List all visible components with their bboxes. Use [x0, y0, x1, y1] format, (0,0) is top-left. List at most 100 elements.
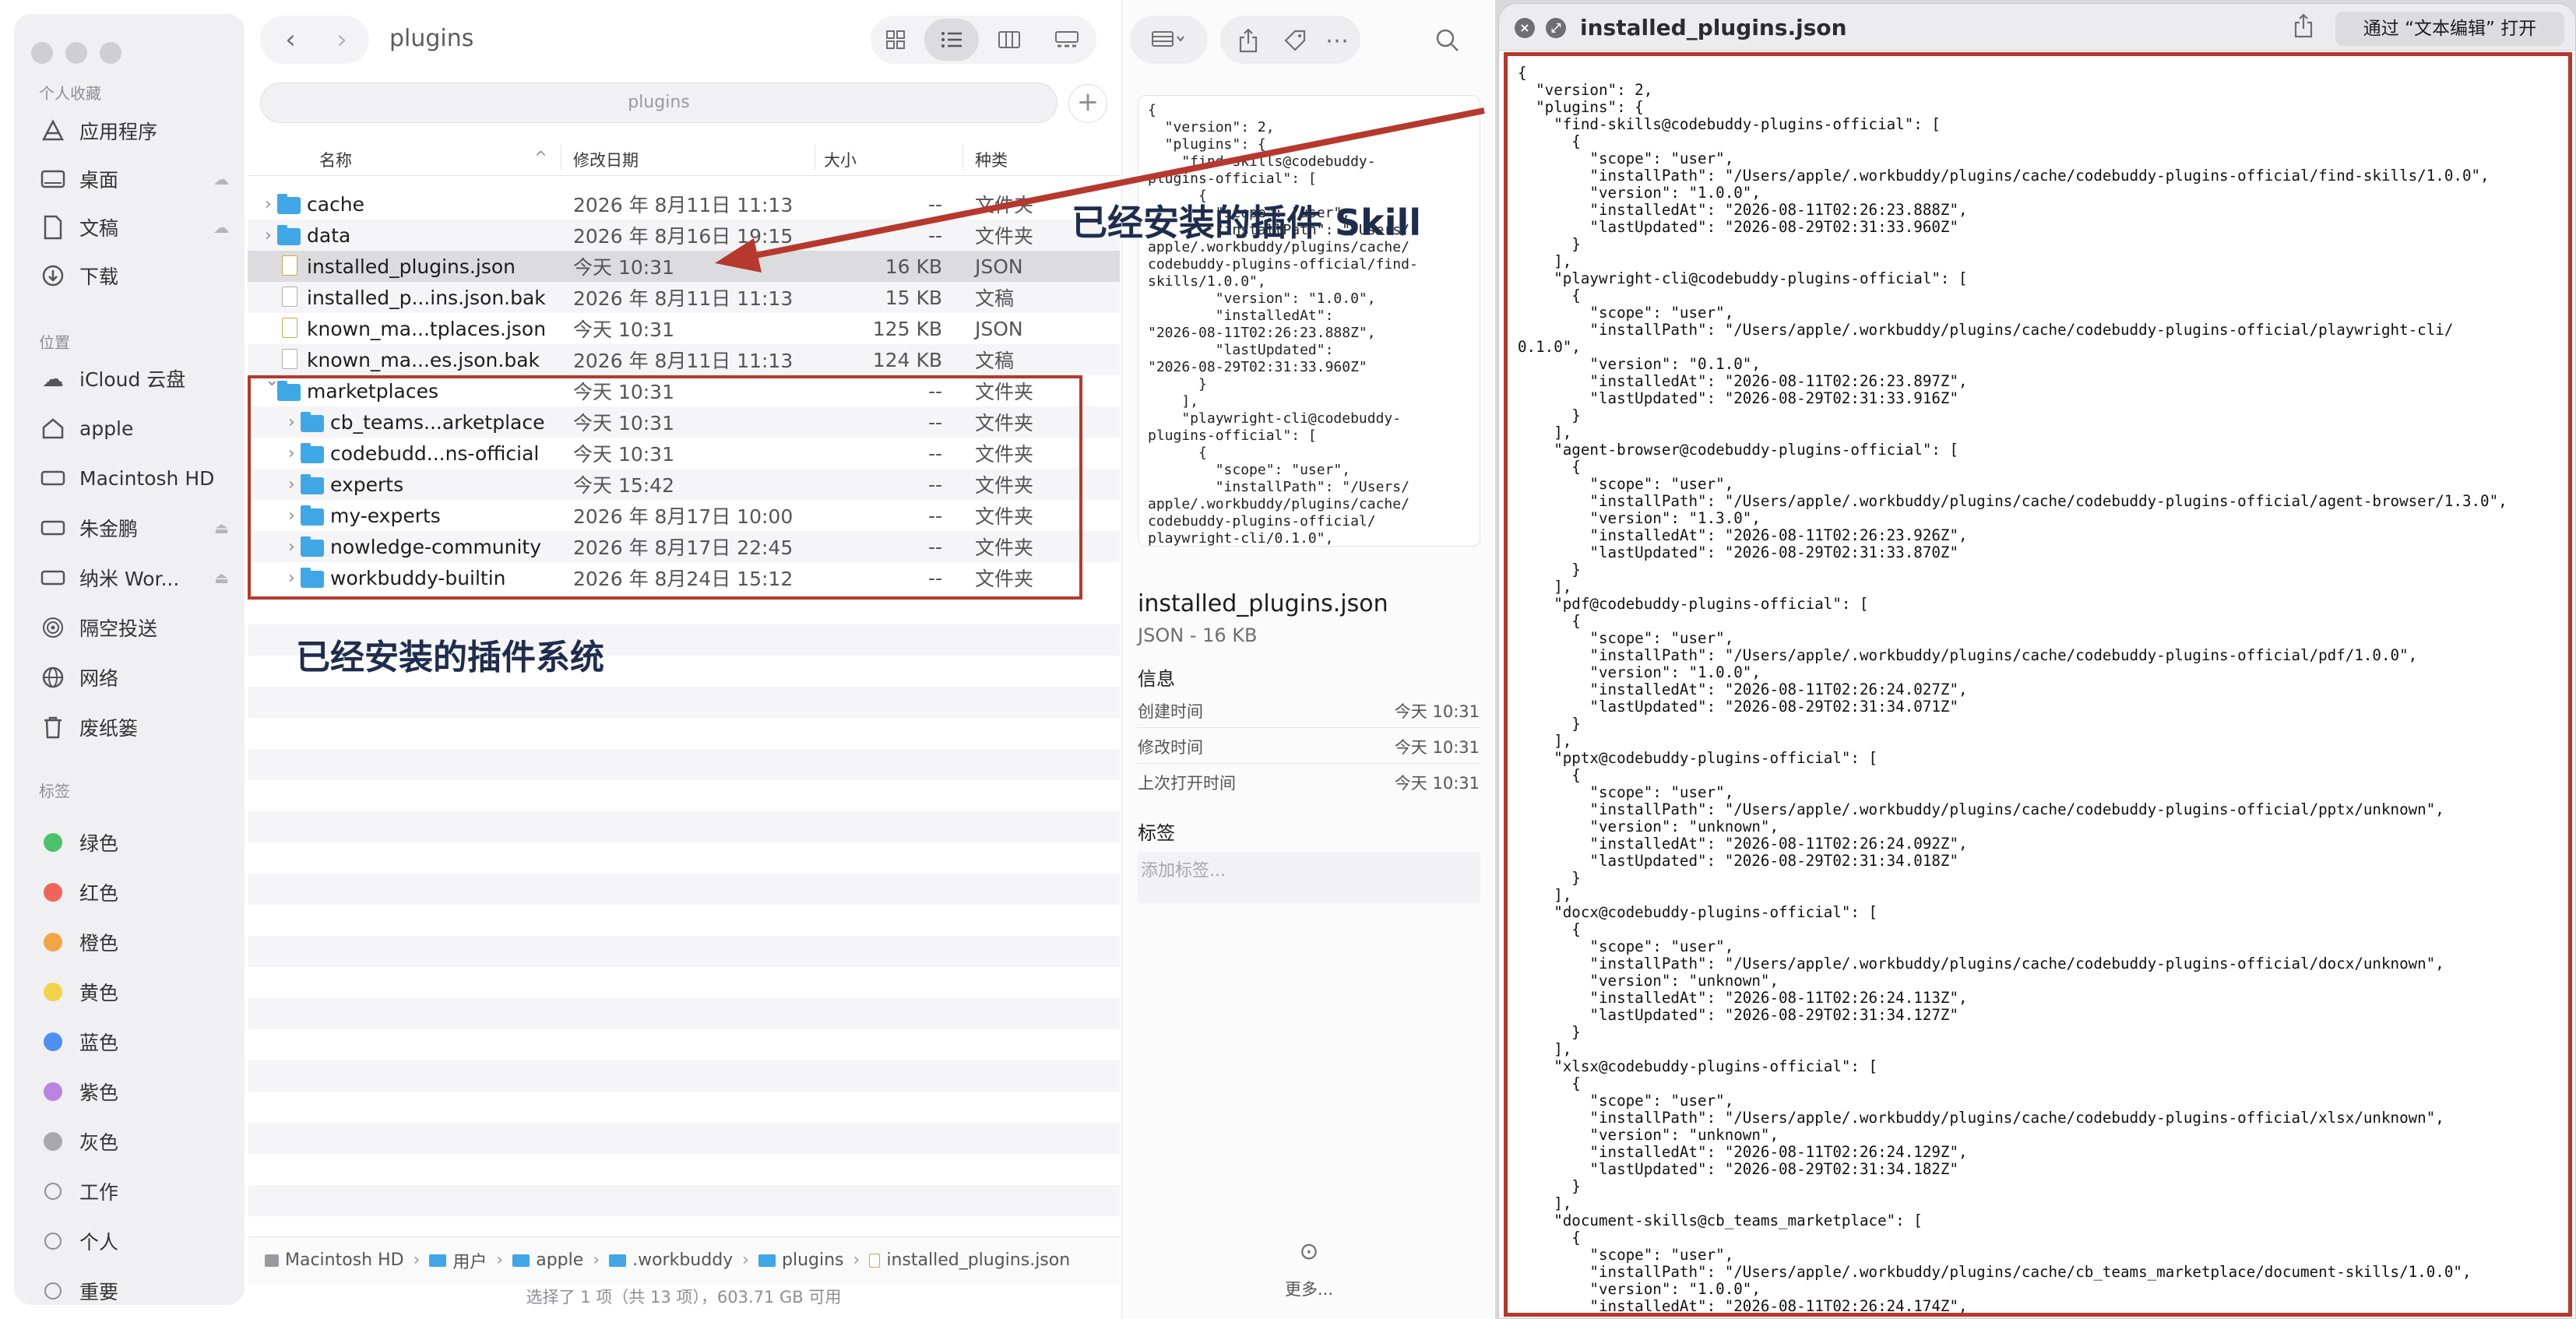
columns-icon [998, 31, 1020, 48]
breadcrumb-label: apple [536, 1250, 584, 1270]
annotation-label: 已经安装的插件 Skill [1072, 202, 1422, 244]
sidebar-tag-item[interactable]: 红色 [37, 871, 240, 914]
chevron-right-icon[interactable]: › [265, 195, 272, 214]
forward-button[interactable]: › [322, 22, 361, 58]
icon-view-button[interactable] [880, 26, 911, 53]
group-by-button-inner[interactable] [1138, 22, 1200, 56]
add-tab-button[interactable]: + [1068, 84, 1107, 123]
breadcrumb-item[interactable]: 用户 [429, 1248, 487, 1273]
breadcrumb-item[interactable]: installed_plugins.json [869, 1250, 1070, 1270]
sidebar-tag-item[interactable]: 绿色 [37, 821, 240, 864]
gallery-view-button[interactable] [1050, 26, 1084, 53]
sidebar-tag-item[interactable]: 工作 [37, 1170, 240, 1213]
sidebar-item-airdrop[interactable]: 隔空投送 [37, 606, 240, 649]
sidebar-tag-label: 工作 [79, 1181, 119, 1204]
minimize-window-button[interactable] [65, 42, 87, 64]
file-kind: JSON [975, 255, 1023, 278]
info-opened-value: 今天 10:31 [1394, 774, 1480, 793]
eject-icon[interactable]: ⏏ [214, 568, 229, 587]
tags-header: 标签 [39, 782, 70, 800]
add-tag-input[interactable]: 添加标签... [1138, 852, 1480, 903]
column-divider[interactable] [962, 145, 963, 170]
more-actions-button[interactable]: ⋯ [1320, 23, 1354, 58]
file-row[interactable]: known_ma...tplaces.json 今天 10:31 125 KB JSO… [248, 313, 1120, 344]
close-window-button[interactable] [31, 42, 53, 64]
chevron-right-icon: › [853, 1250, 860, 1270]
breadcrumb-label: 用户 [452, 1252, 487, 1272]
more-icon[interactable]: ⊙ [1122, 1238, 1495, 1265]
empty-row [248, 749, 1120, 780]
sidebar-item-desktop[interactable]: 桌面 ☁ [37, 157, 240, 201]
folder-icon [758, 1254, 776, 1267]
close-icon[interactable]: × [1515, 18, 1535, 38]
sidebar-item-icloud[interactable]: ☁ iCloud 云盘 [37, 357, 240, 400]
file-row[interactable]: › data 2026 年 8月16日 19:15 -- 文件夹 [248, 220, 1120, 251]
sidebar-tag-item[interactable]: 黄色 [37, 970, 240, 1014]
chevron-left-icon: ‹ [285, 24, 296, 55]
ellipsis-icon: ⋯ [1325, 26, 1349, 55]
empty-row [248, 874, 1120, 905]
sidebar-item-label: 隔空投送 [79, 617, 158, 640]
file-row[interactable]: › cache 2026 年 8月11日 11:13 -- 文件夹 [248, 188, 1120, 220]
sidebar-item-applications[interactable]: 应用程序 [37, 109, 240, 153]
column-kind[interactable]: 种类 [975, 148, 1008, 171]
sidebar-tag-item[interactable]: 重要 [37, 1269, 240, 1313]
sidebar-tag-label: 个人 [79, 1231, 119, 1254]
sidebar-item-home[interactable]: apple [37, 406, 240, 450]
divider [1138, 763, 1480, 764]
sidebar-item-downloads[interactable]: 下载 [37, 254, 240, 297]
share-button[interactable] [1231, 23, 1265, 58]
file-kind: 文稿 [975, 350, 1015, 372]
column-size[interactable]: 大小 [824, 148, 857, 171]
share-icon [1239, 28, 1258, 53]
sidebar-tag-item[interactable]: 紫色 [37, 1070, 240, 1113]
file-row[interactable]: installed_plugins.json 今天 10:31 16 KB JSON [248, 251, 1120, 282]
fullscreen-icon[interactable]: ⤢ [1546, 18, 1566, 38]
sidebar-item-drive-2[interactable]: 纳米 Wor... ⏏ [37, 556, 240, 600]
sidebar-tag-item[interactable]: 蓝色 [37, 1020, 240, 1064]
column-date[interactable]: 修改日期 [573, 148, 639, 171]
chevron-right-icon[interactable]: › [265, 226, 272, 245]
tag-ring-icon [44, 1233, 62, 1250]
tag-button[interactable] [1278, 23, 1312, 58]
sidebar-tag-item[interactable]: 灰色 [37, 1120, 240, 1163]
file-name: installed_plugins.json [307, 255, 516, 278]
column-name[interactable]: 名称 [319, 148, 352, 171]
file-date: 2026 年 8月16日 19:15 [573, 225, 794, 248]
share-icon[interactable] [2293, 13, 2314, 44]
file-name: known_ma...es.json.bak [307, 348, 540, 371]
zoom-window-button[interactable] [100, 42, 121, 64]
sidebar-item-network[interactable]: 网络 [37, 656, 240, 699]
desktop-icon [37, 169, 69, 189]
breadcrumb-item[interactable]: plugins [758, 1250, 844, 1270]
sidebar-tag-item[interactable]: 橙色 [37, 920, 240, 964]
breadcrumb-item[interactable]: apple [512, 1250, 583, 1270]
file-date: 2026 年 8月11日 11:13 [573, 350, 794, 372]
sidebar-item-label: apple [79, 417, 134, 440]
file-preview-thumbnail[interactable]: { "version": 2, "plugins": { "find-skill… [1138, 95, 1480, 547]
back-button[interactable]: ‹ [271, 22, 310, 58]
more-button[interactable]: 更多... [1122, 1277, 1495, 1300]
sidebar-item-trash[interactable]: 废纸篓 [37, 705, 240, 749]
search-button[interactable] [1431, 23, 1465, 58]
open-with-textedit-button[interactable]: 通过 “文本编辑” 打开 [2335, 12, 2564, 46]
file-row[interactable]: installed_p...ins.json.bak 2026 年 8月11日 1… [248, 282, 1120, 313]
file-row[interactable]: known_ma...es.json.bak 2026 年 8月11日 11:13… [248, 344, 1120, 375]
column-view-button[interactable] [994, 26, 1025, 53]
breadcrumb-item[interactable]: Macintosh HD [265, 1250, 404, 1270]
eject-icon[interactable]: ⏏ [214, 519, 229, 537]
path-bar[interactable]: plugins [260, 83, 1057, 123]
file-date: 2026 年 8月11日 11:13 [573, 194, 794, 216]
chevron-right-icon: › [593, 1250, 600, 1270]
list-view-button[interactable] [936, 26, 967, 53]
sidebar-item-macintosh-hd[interactable]: Macintosh HD [37, 456, 240, 500]
sidebar-tag-item[interactable]: 个人 [37, 1219, 240, 1263]
icloud-icon: ☁ [213, 218, 229, 237]
sidebar-item-documents[interactable]: 文稿 ☁ [37, 206, 240, 249]
tag-icon [37, 1082, 69, 1101]
sort-ascending-icon[interactable]: ^ [534, 148, 547, 167]
sidebar-item-drive-1[interactable]: 朱金鹏 ⏏ [37, 506, 240, 550]
breadcrumb-item[interactable]: .workbuddy [609, 1250, 733, 1270]
sidebar-item-label: 朱金鹏 [79, 518, 139, 540]
tag-icon [37, 833, 69, 852]
